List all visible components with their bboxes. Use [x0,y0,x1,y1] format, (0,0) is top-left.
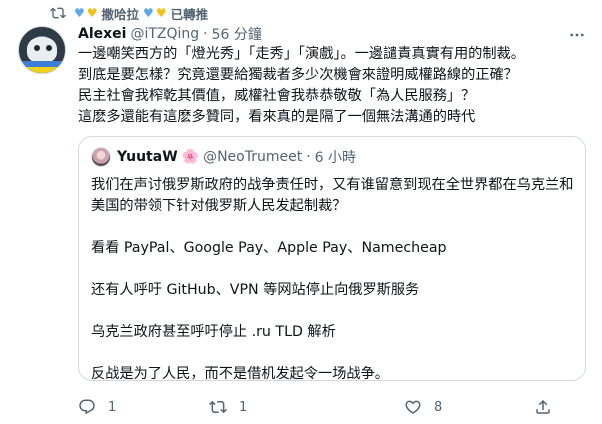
heart-icon [405,400,421,414]
blue-heart-icon: ♥ [143,6,154,20]
quoted-author-handle: @NeoTrumeet [203,149,303,165]
retweet-icon [209,400,227,414]
quoted-author-name: YuutaW [117,149,178,165]
author-handle[interactable]: @iTZQing [130,26,199,42]
reply-count: 1 [108,399,117,415]
avatar-face [27,37,57,63]
tweet-actions: 1 1 8 [78,396,590,418]
more-icon[interactable] [568,26,586,44]
avatar[interactable] [18,26,66,74]
share-button[interactable] [534,396,552,418]
retweet-button[interactable]: 1 [209,396,247,418]
quoted-tweet[interactable]: YuutaW 🌸 @NeoTrumeet · 6 小時 我们在声讨俄罗斯政府的战… [78,136,586,382]
reply-icon [79,399,95,415]
quoted-tweet-text: 我们在声讨俄罗斯政府的战争责任时，又有谁留意到现在全世界都在乌克兰和美国的带领下… [91,177,574,382]
retweeted-by-link[interactable]: ♥ ♥ 撒哈拉 ♥ ♥ 已轉推 [74,4,210,23]
quoted-avatar [91,147,111,167]
tweet-timestamp[interactable]: 56 分鐘 [212,24,262,44]
retweeted-by-bar: ♥ ♥ 撒哈拉 ♥ ♥ 已轉推 [50,4,210,22]
tweet-header: Alexei @iTZQing · 56 分鐘 [78,24,262,44]
share-icon [536,399,550,414]
avatar-eye [34,45,40,51]
reply-button[interactable]: 1 [78,396,116,418]
yellow-heart-icon: ♥ [155,6,167,20]
like-button[interactable]: 8 [404,396,442,418]
retweet-icon [50,7,66,19]
blue-heart-icon: ♥ [74,6,85,20]
avatar-flag-frame [19,61,65,73]
retweet-suffix: 已轉推 [170,6,209,22]
quoted-tweet-header: YuutaW 🌸 @NeoTrumeet · 6 小時 [91,147,356,167]
tweet-text: 一邊嘲笑西方的「燈光秀」「走秀」「演戲」。一邊譴責真實有用的制裁。 到底是要怎樣… [78,46,525,125]
separator-dot: · [203,26,208,42]
quoted-timestamp: 6 小時 [314,150,357,166]
yellow-heart-icon: ♥ [86,6,98,20]
avatar-eye [46,45,52,51]
author-name[interactable]: Alexei [78,26,126,42]
like-count: 8 [434,399,443,415]
retweet-count: 1 [239,399,248,415]
cherry-blossom-icon: 🌸 [181,149,200,165]
separator-dot: · [306,149,311,165]
retweeter-name: 撒哈拉 [101,6,140,22]
